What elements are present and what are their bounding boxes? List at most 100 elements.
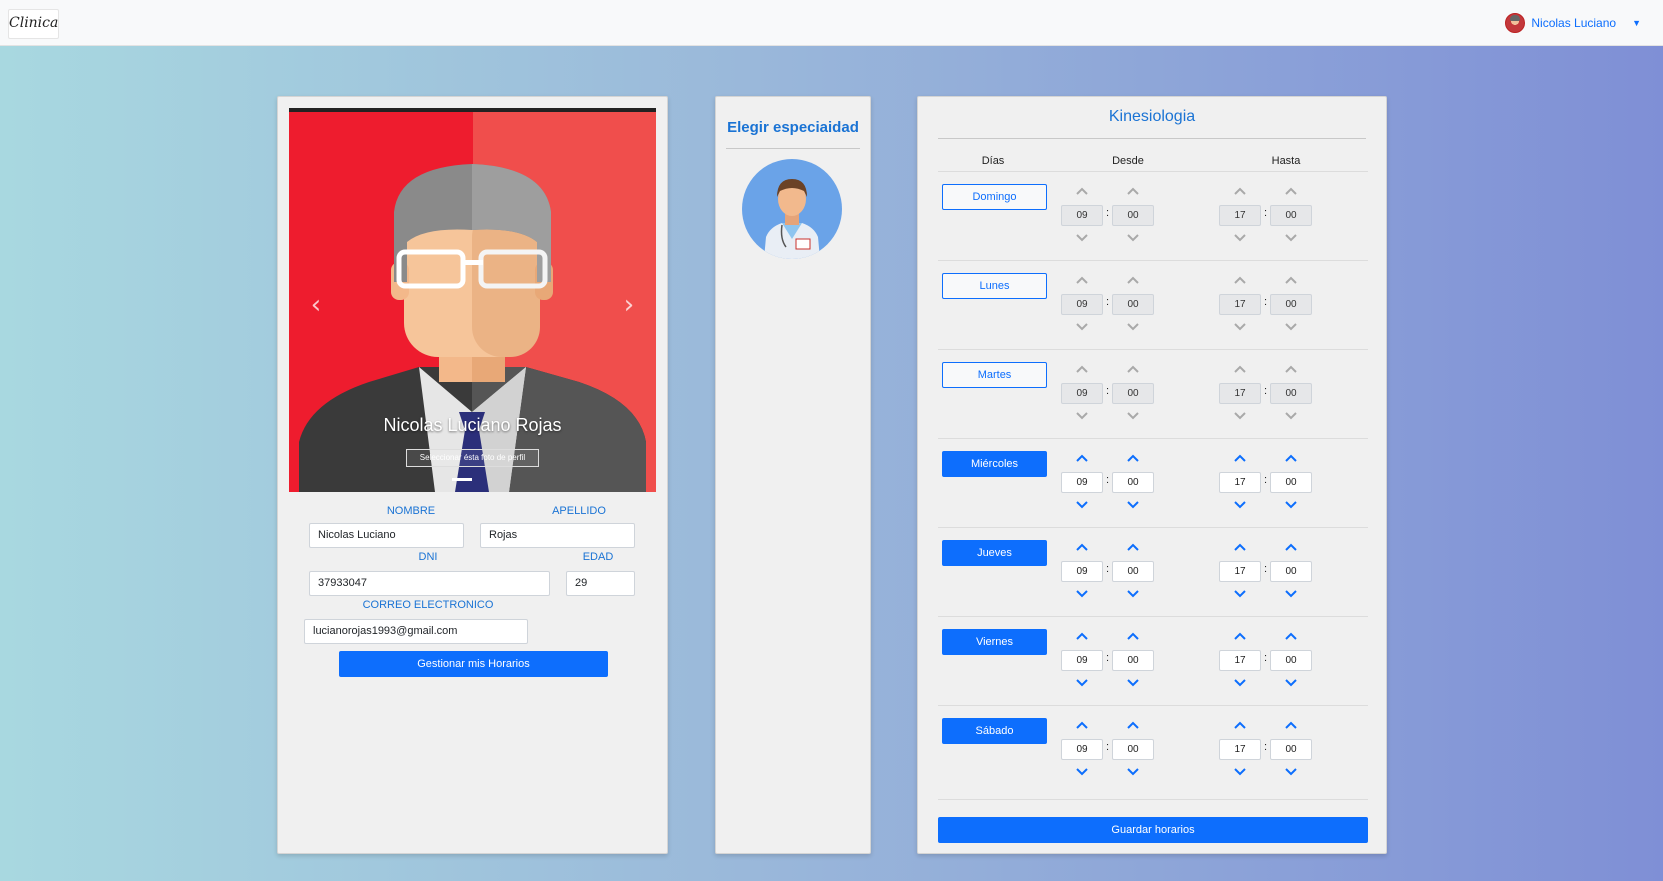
desde-hour-increment-icon[interactable] [1071, 274, 1093, 288]
day-toggle-button[interactable]: Lunes [942, 273, 1047, 299]
desde-minute-input[interactable]: 00 [1112, 294, 1154, 315]
hasta-minute-increment-icon[interactable] [1280, 719, 1302, 733]
desde-minute-input[interactable]: 00 [1112, 472, 1154, 493]
hasta-hour-input[interactable]: 17 [1219, 383, 1261, 404]
hasta-hour-decrement-icon[interactable] [1229, 408, 1251, 422]
desde-hour-increment-icon[interactable] [1071, 719, 1093, 733]
hasta-hour-input[interactable]: 17 [1219, 205, 1261, 226]
doctor-icon[interactable] [742, 159, 842, 259]
desde-hour-decrement-icon[interactable] [1071, 319, 1093, 333]
day-toggle-button[interactable]: Domingo [942, 184, 1047, 210]
hasta-minute-increment-icon[interactable] [1280, 185, 1302, 199]
hasta-minute-input[interactable]: 00 [1270, 650, 1312, 671]
select-profile-photo-button[interactable]: Seleccionar ésta foto de perfil [406, 449, 539, 467]
hasta-hour-increment-icon[interactable] [1229, 452, 1251, 466]
desde-hour-input[interactable]: 09 [1061, 739, 1103, 760]
desde-minute-decrement-icon[interactable] [1122, 497, 1144, 511]
desde-minute-input[interactable]: 00 [1112, 205, 1154, 226]
desde-hour-input[interactable]: 09 [1061, 383, 1103, 404]
hasta-hour-decrement-icon[interactable] [1229, 319, 1251, 333]
desde-minute-increment-icon[interactable] [1122, 185, 1144, 199]
hasta-minute-input[interactable]: 00 [1270, 205, 1312, 226]
desde-minute-decrement-icon[interactable] [1122, 319, 1144, 333]
desde-minute-input[interactable]: 00 [1112, 383, 1154, 404]
desde-minute-decrement-icon[interactable] [1122, 586, 1144, 600]
hasta-minute-increment-icon[interactable] [1280, 452, 1302, 466]
hasta-hour-input[interactable]: 17 [1219, 294, 1261, 315]
desde-hour-input[interactable]: 09 [1061, 472, 1103, 493]
nombre-input[interactable]: Nicolas Luciano [309, 523, 464, 548]
hasta-hour-decrement-icon[interactable] [1229, 230, 1251, 244]
desde-minute-decrement-icon[interactable] [1122, 764, 1144, 778]
hasta-hour-decrement-icon[interactable] [1229, 764, 1251, 778]
desde-minute-input[interactable]: 00 [1112, 650, 1154, 671]
desde-hour-increment-icon[interactable] [1071, 541, 1093, 555]
desde-minute-decrement-icon[interactable] [1122, 408, 1144, 422]
hasta-hour-decrement-icon[interactable] [1229, 586, 1251, 600]
desde-hour-increment-icon[interactable] [1071, 452, 1093, 466]
hasta-minute-decrement-icon[interactable] [1280, 586, 1302, 600]
hasta-hour-increment-icon[interactable] [1229, 541, 1251, 555]
hasta-minute-decrement-icon[interactable] [1280, 764, 1302, 778]
desde-hour-input[interactable]: 09 [1061, 561, 1103, 582]
hasta-minute-decrement-icon[interactable] [1280, 408, 1302, 422]
save-schedules-button[interactable]: Guardar horarios [938, 817, 1368, 843]
desde-hour-input[interactable]: 09 [1061, 294, 1103, 315]
desde-hour-decrement-icon[interactable] [1071, 764, 1093, 778]
hasta-minute-increment-icon[interactable] [1280, 630, 1302, 644]
hasta-minute-input[interactable]: 00 [1270, 294, 1312, 315]
user-menu[interactable]: Nicolas Luciano ▼ [1505, 12, 1641, 34]
hasta-minute-input[interactable]: 00 [1270, 383, 1312, 404]
desde-hour-decrement-icon[interactable] [1071, 586, 1093, 600]
dni-input[interactable]: 37933047 [309, 571, 550, 596]
day-toggle-button[interactable]: Jueves [942, 540, 1047, 566]
desde-minute-input[interactable]: 00 [1112, 561, 1154, 582]
desde-minute-decrement-icon[interactable] [1122, 675, 1144, 689]
hasta-hour-increment-icon[interactable] [1229, 630, 1251, 644]
desde-minute-input[interactable]: 00 [1112, 739, 1154, 760]
brand-logo[interactable]: Clinica [8, 9, 59, 39]
day-toggle-button[interactable]: Viernes [942, 629, 1047, 655]
desde-hour-input[interactable]: 09 [1061, 650, 1103, 671]
hasta-hour-increment-icon[interactable] [1229, 185, 1251, 199]
hasta-minute-input[interactable]: 00 [1270, 472, 1312, 493]
hasta-minute-input[interactable]: 00 [1270, 739, 1312, 760]
day-toggle-button[interactable]: Sábado [942, 718, 1047, 744]
hasta-hour-decrement-icon[interactable] [1229, 675, 1251, 689]
chevron-left-icon[interactable]: ‹ [301, 290, 331, 320]
desde-minute-increment-icon[interactable] [1122, 452, 1144, 466]
desde-hour-decrement-icon[interactable] [1071, 675, 1093, 689]
hasta-hour-increment-icon[interactable] [1229, 719, 1251, 733]
desde-hour-decrement-icon[interactable] [1071, 230, 1093, 244]
desde-minute-increment-icon[interactable] [1122, 541, 1144, 555]
desde-hour-decrement-icon[interactable] [1071, 408, 1093, 422]
hasta-minute-increment-icon[interactable] [1280, 363, 1302, 377]
desde-minute-increment-icon[interactable] [1122, 274, 1144, 288]
desde-hour-increment-icon[interactable] [1071, 363, 1093, 377]
caret-down-icon[interactable]: ▼ [1632, 18, 1641, 28]
carousel-indicator[interactable] [452, 478, 472, 481]
apellido-input[interactable]: Rojas [480, 523, 635, 548]
hasta-minute-decrement-icon[interactable] [1280, 230, 1302, 244]
user-name[interactable]: Nicolas Luciano [1531, 16, 1616, 30]
hasta-minute-decrement-icon[interactable] [1280, 497, 1302, 511]
edad-input[interactable]: 29 [566, 571, 635, 596]
hasta-hour-input[interactable]: 17 [1219, 472, 1261, 493]
hasta-hour-decrement-icon[interactable] [1229, 497, 1251, 511]
hasta-hour-increment-icon[interactable] [1229, 274, 1251, 288]
hasta-minute-increment-icon[interactable] [1280, 274, 1302, 288]
manage-schedules-button[interactable]: Gestionar mis Horarios [339, 651, 608, 677]
hasta-hour-input[interactable]: 17 [1219, 561, 1261, 582]
hasta-minute-decrement-icon[interactable] [1280, 675, 1302, 689]
day-toggle-button[interactable]: Miércoles [942, 451, 1047, 477]
desde-hour-increment-icon[interactable] [1071, 630, 1093, 644]
chevron-right-icon[interactable]: › [614, 290, 644, 320]
desde-hour-increment-icon[interactable] [1071, 185, 1093, 199]
hasta-hour-input[interactable]: 17 [1219, 739, 1261, 760]
day-toggle-button[interactable]: Martes [942, 362, 1047, 388]
hasta-minute-input[interactable]: 00 [1270, 561, 1312, 582]
desde-hour-decrement-icon[interactable] [1071, 497, 1093, 511]
hasta-minute-decrement-icon[interactable] [1280, 319, 1302, 333]
desde-minute-increment-icon[interactable] [1122, 630, 1144, 644]
desde-minute-decrement-icon[interactable] [1122, 230, 1144, 244]
